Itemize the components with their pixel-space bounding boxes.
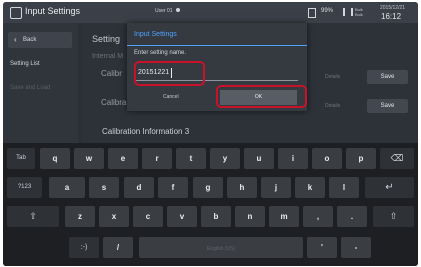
key-n[interactable]: n <box>235 206 265 227</box>
chevron-left-icon: ‹ <box>14 35 17 44</box>
key-s[interactable]: s <box>89 177 119 198</box>
key-e[interactable]: e <box>108 148 138 169</box>
key-period[interactable]: . <box>337 206 367 227</box>
back-button-label: Back <box>23 37 37 43</box>
key-m[interactable]: m <box>269 206 299 227</box>
key-x[interactable]: x <box>99 206 129 227</box>
on-screen-keyboard: Tab q w e r t y u i o p ⌫ ?123 a s d f g… <box>3 143 418 266</box>
key-c[interactable]: c <box>133 206 163 227</box>
key-l[interactable]: l <box>329 177 359 198</box>
status-bar: Input Settings User 01 99% Bulk Bulk 201… <box>3 2 418 23</box>
key-h[interactable]: h <box>227 177 257 198</box>
key-p[interactable]: p <box>346 148 376 169</box>
section-subtitle: Internal M <box>92 53 124 60</box>
date-display: 2015/12/21 <box>380 5 406 11</box>
key-slash[interactable]: / <box>103 237 133 258</box>
key-a[interactable]: a <box>49 177 85 198</box>
key-tab[interactable]: Tab <box>7 148 35 169</box>
key-i[interactable]: i <box>278 148 308 169</box>
dialog-prompt: Enter setting name. <box>134 50 187 56</box>
cancel-button[interactable]: Cancel <box>163 94 179 100</box>
key-f[interactable]: f <box>158 177 188 198</box>
signal-icon <box>343 8 353 16</box>
calibration-row-3-label: Calibration Information 3 <box>102 127 190 136</box>
ok-highlight-box <box>216 85 307 108</box>
key-w[interactable]: w <box>74 148 104 169</box>
key-y[interactable]: y <box>210 148 240 169</box>
input-highlight-box <box>134 61 205 86</box>
sidebar-item-setting-list[interactable]: Setting List <box>10 61 40 67</box>
emoji-key[interactable]: :-) <box>69 237 99 258</box>
key-b[interactable]: b <box>201 206 231 227</box>
shift-left-icon[interactable]: ⇧ <box>7 206 59 227</box>
key-k[interactable]: k <box>295 177 325 198</box>
key-v[interactable]: v <box>167 206 197 227</box>
key-j[interactable]: j <box>261 177 291 198</box>
key-apostrophe[interactable]: ' <box>307 237 337 258</box>
key-symbols[interactable]: ?123 <box>7 177 42 198</box>
key-dash[interactable]: - <box>341 237 371 258</box>
calibration-row-2-label: Calibra <box>101 98 127 107</box>
details-link-1[interactable]: Details <box>325 74 340 80</box>
key-g[interactable]: g <box>193 177 223 198</box>
key-comma[interactable]: , <box>303 206 333 227</box>
key-r[interactable]: r <box>142 148 172 169</box>
dialog-divider <box>127 45 307 46</box>
app-title: Input Settings <box>25 6 81 16</box>
key-u[interactable]: u <box>244 148 274 169</box>
space-bar-label: English (US) <box>206 246 236 252</box>
back-button[interactable]: ‹ Back <box>8 32 72 48</box>
key-q[interactable]: q <box>40 148 70 169</box>
settings-app-icon <box>10 7 22 19</box>
details-link-2[interactable]: Details <box>325 103 340 109</box>
save-button-2[interactable]: Save <box>367 99 408 113</box>
key-o[interactable]: o <box>312 148 342 169</box>
calibration-row-1-label: Calibr <box>101 69 122 78</box>
backspace-icon[interactable]: ⌫ <box>380 148 414 169</box>
device-screen: Input Settings User 01 99% Bulk Bulk 201… <box>3 2 418 266</box>
save-button-1[interactable]: Save <box>367 70 408 84</box>
dialog-title: Input Settings <box>134 31 177 38</box>
page-title: Setting <box>92 34 121 44</box>
key-t[interactable]: t <box>176 148 206 169</box>
status-indicator-icon <box>176 8 180 12</box>
key-d[interactable]: d <box>124 177 154 198</box>
sidebar-item-save-and-load[interactable]: Save and Load <box>10 85 50 91</box>
space-bar[interactable]: English (US) <box>139 237 303 258</box>
bulk-label: Bulk Bulk <box>355 7 363 17</box>
enter-icon[interactable]: ↵ <box>365 177 414 198</box>
user-label: User 01 <box>155 8 173 14</box>
battery-level: 99% <box>321 8 334 14</box>
time-display: 16:12 <box>381 12 402 21</box>
key-z[interactable]: z <box>65 206 95 227</box>
shift-right-icon[interactable]: ⇧ <box>373 206 414 227</box>
sidebar: ‹ Back Setting List Save and Load <box>3 23 78 143</box>
battery-icon <box>308 8 316 18</box>
